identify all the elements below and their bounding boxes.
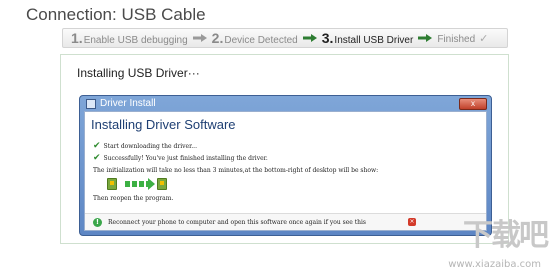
step-label: Finished [437, 33, 476, 45]
step-number: 2. [211, 30, 224, 46]
dialog-content: ✔ Start downloading the driver... ✔ Succ… [93, 140, 478, 204]
step-install-usb-driver: 3. Install USB Driver [322, 30, 414, 46]
info-line: Then reopen the program. [93, 192, 478, 204]
step-number: 3. [321, 30, 334, 46]
close-button[interactable]: x [459, 98, 487, 110]
step-finished: Finished ✓ [437, 32, 488, 45]
device-disconnected-icon [107, 178, 117, 190]
info-text: Then reopen the program. [93, 194, 174, 202]
dialog-footer: ! Reconnect your phone to computer and o… [85, 213, 486, 230]
footer-text: Reconnect your phone to computer and ope… [108, 218, 366, 226]
info-icon: ! [93, 217, 102, 227]
connection-title: Connection: USB Cable [26, 5, 206, 24]
status-line: ✔ Start downloading the driver... [93, 140, 478, 152]
status-text: Start downloading the driver... [103, 142, 197, 150]
progress-steps: 1. Enable USB debugging 2. Device Detect… [62, 28, 508, 48]
arrow-right-icon [125, 178, 155, 190]
driver-install-window: Driver Install x Installing Driver Softw… [79, 95, 492, 236]
device-connected-icon [157, 178, 167, 190]
window-title: Driver Install [100, 98, 156, 109]
checkmark-icon: ✔ [93, 153, 101, 163]
step-enable-usb-debugging: 1. Enable USB debugging [71, 30, 188, 46]
status-line: ✔ Successfully! You've just finished ins… [93, 152, 478, 164]
status-text: Successfully! You've just finished insta… [103, 154, 268, 162]
arrow-right-icon [302, 34, 317, 42]
window-body: Installing Driver Software ✔ Start downl… [84, 111, 487, 231]
window-caption[interactable]: Driver Install [86, 98, 156, 109]
arrow-right-icon [192, 34, 207, 42]
info-line: The initialization will take no less tha… [93, 164, 478, 176]
window-app-icon [86, 98, 96, 109]
watermark-url: www.xiazaiba.com [448, 259, 541, 270]
watermark-logo: 下载吧 [463, 218, 549, 253]
dialog-heading: Installing Driver Software [91, 117, 236, 132]
step-number: 1. [71, 30, 83, 46]
checkmark-icon: ✓ [479, 32, 489, 45]
step-device-detected: 2. Device Detected [212, 30, 298, 46]
panel-title: Installing USB Driver··· [77, 66, 200, 80]
install-panel: Installing USB Driver··· Driver Install … [60, 54, 509, 244]
checkmark-icon: ✔ [93, 141, 101, 151]
step-label: Device Detected [224, 35, 298, 46]
step-label: Enable USB debugging [83, 35, 188, 46]
tray-icons-row [93, 176, 478, 192]
step-label: Install USB Driver [334, 35, 414, 46]
info-text: The initialization will take no less tha… [93, 166, 379, 174]
arrow-right-icon [418, 34, 433, 42]
warning-icon: × [408, 218, 416, 226]
